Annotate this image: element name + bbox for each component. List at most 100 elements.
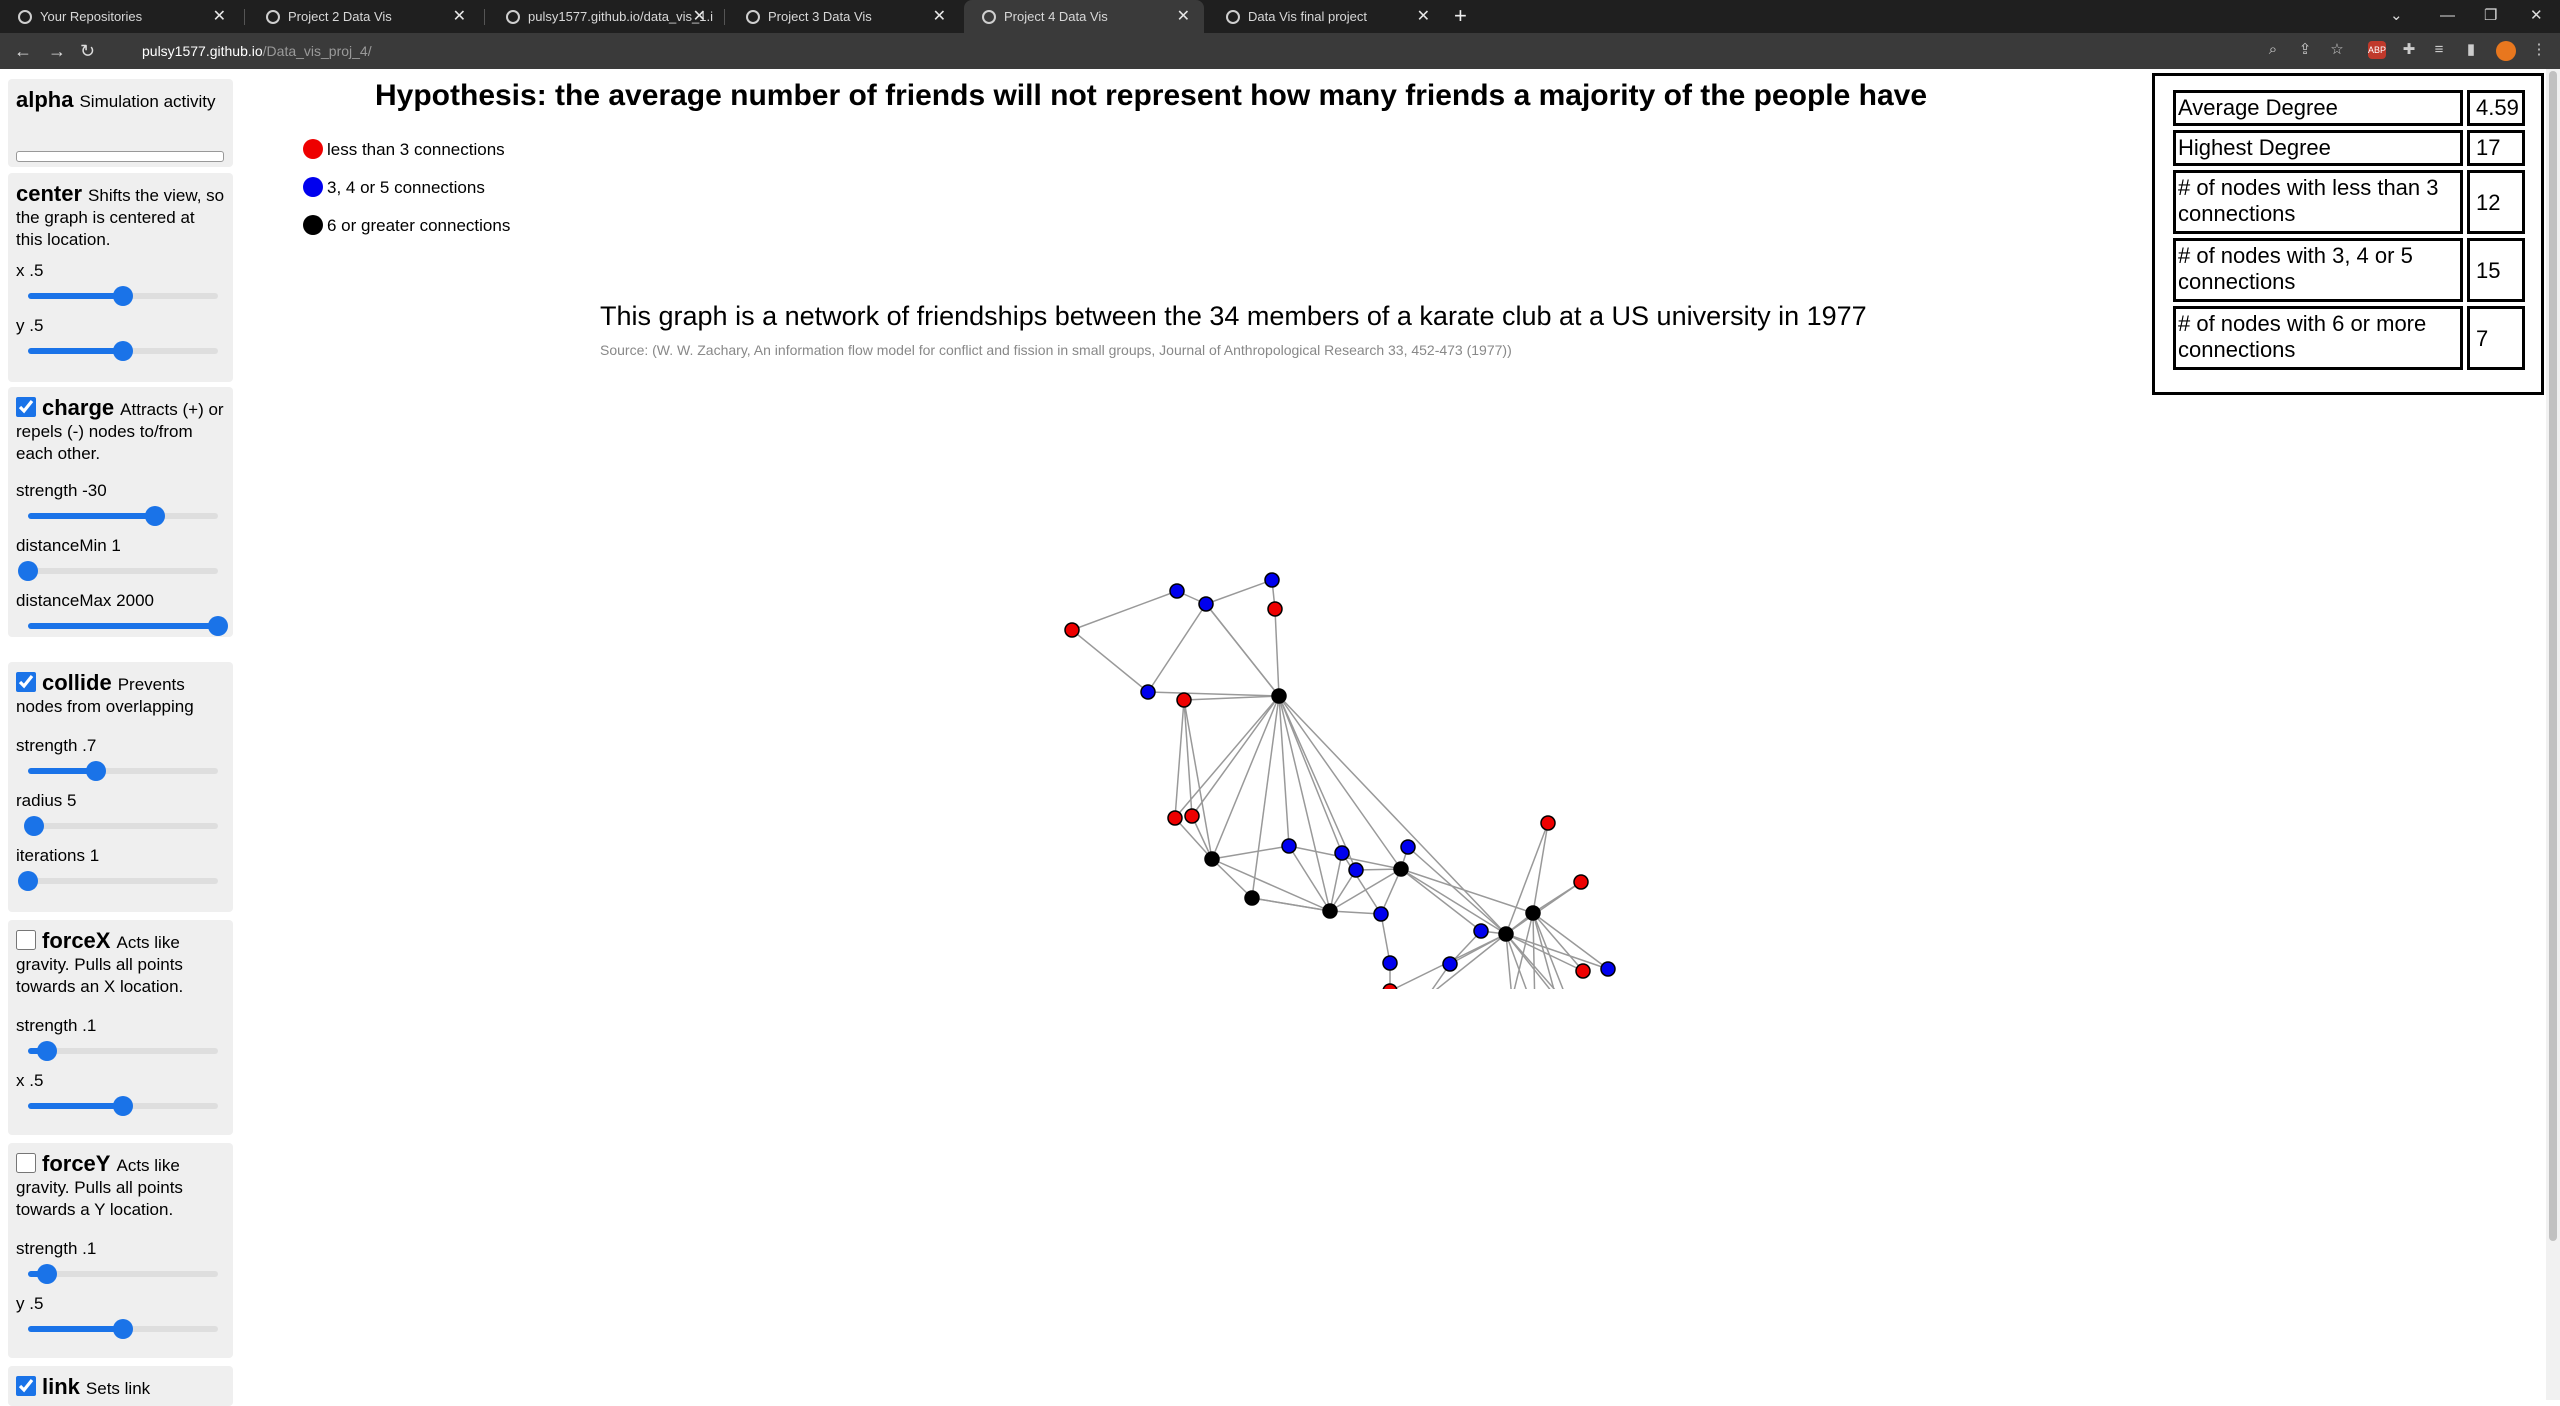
charge-strength-slider[interactable] (28, 506, 218, 526)
graph-node[interactable] (1176, 692, 1192, 708)
close-icon[interactable]: ✕ (213, 0, 226, 33)
graph-node[interactable] (1334, 845, 1350, 861)
forcey-checkbox[interactable] (16, 1153, 36, 1173)
graph-node[interactable] (1442, 956, 1458, 972)
menu-icon[interactable]: ⋮ (2530, 41, 2548, 59)
graph-node[interactable] (1575, 963, 1591, 979)
close-window-button[interactable]: ✕ (2530, 0, 2543, 33)
tab-project-3[interactable]: Project 3 Data Vis ✕ (728, 0, 960, 33)
close-icon[interactable]: ✕ (1177, 0, 1190, 33)
graph-node[interactable] (1140, 684, 1156, 700)
graph-edge (1532, 822, 1549, 914)
close-icon[interactable]: ✕ (933, 0, 946, 33)
reading-list-icon[interactable]: ≡ (2430, 41, 2448, 59)
link-checkbox[interactable] (16, 1376, 36, 1396)
reload-button[interactable]: ↻ (80, 33, 95, 69)
collide-checkbox[interactable] (16, 672, 36, 692)
close-icon[interactable]: ✕ (693, 0, 706, 33)
center-panel: center Shifts the view, so the graph is c… (8, 173, 233, 382)
graph-edge (1174, 699, 1185, 819)
graph-node[interactable] (1184, 808, 1200, 824)
charge-distmax-slider[interactable] (28, 616, 228, 636)
profile-avatar[interactable] (2496, 41, 2516, 61)
center-x-slider[interactable] (28, 286, 218, 306)
collide-strength-slider[interactable] (28, 761, 218, 781)
alpha-progress-bar (16, 151, 224, 162)
forcey-title: forceY (42, 1151, 111, 1176)
graph-node[interactable] (1198, 596, 1214, 612)
forcex-strength-slider[interactable] (28, 1041, 218, 1061)
bookmark-star-icon[interactable]: ☆ (2328, 41, 2346, 59)
side-panel-icon[interactable]: ▮ (2462, 41, 2480, 59)
zoom-icon[interactable]: ⌕ (2264, 41, 2282, 59)
close-icon[interactable]: ✕ (453, 0, 466, 33)
forcey-y-slider[interactable] (28, 1319, 218, 1339)
tab-project-4[interactable]: Project 4 Data Vis ✕ (964, 0, 1204, 33)
graph-node[interactable] (1322, 903, 1338, 919)
back-button[interactable]: ← (14, 33, 32, 69)
graph-node[interactable] (1167, 810, 1183, 826)
link-desc: Sets link (85, 1379, 151, 1398)
forcex-checkbox[interactable] (16, 930, 36, 950)
graph-edge (1278, 695, 1402, 870)
graph-edge (1532, 881, 1582, 914)
collide-radius-slider[interactable] (23, 816, 218, 836)
adblock-icon[interactable]: ABP (2368, 41, 2386, 59)
center-y-slider[interactable] (28, 341, 218, 361)
page-scrollbar[interactable] (2546, 69, 2560, 1400)
stat-value: 4.59 (2467, 90, 2525, 126)
graph-node[interactable] (1400, 839, 1416, 855)
tab-search-icon[interactable]: ⌄ (2390, 0, 2403, 33)
graph-node[interactable] (1264, 572, 1280, 588)
graph-node[interactable] (1169, 583, 1185, 599)
graph-node[interactable] (1382, 983, 1398, 989)
restore-button[interactable]: ❐ (2484, 0, 2497, 33)
charge-distmin-label: distanceMin 1 (16, 536, 121, 555)
graph-node[interactable] (1393, 861, 1409, 877)
forcex-x-slider[interactable] (28, 1096, 218, 1116)
graph-node[interactable] (1244, 890, 1260, 906)
graph-node[interactable] (1373, 906, 1389, 922)
stat-label: # of nodes with 6 or more connections (2173, 306, 2463, 370)
collide-radius-label: radius 5 (16, 791, 77, 810)
github-icon (18, 10, 32, 24)
forcey-strength-slider[interactable] (28, 1264, 218, 1284)
graph-node[interactable] (1540, 815, 1556, 831)
collide-strength-label: strength .7 (16, 736, 97, 755)
graph-node[interactable] (1525, 905, 1541, 921)
charge-strength-label: strength -30 (16, 481, 107, 500)
tab-data-vis-1[interactable]: pulsy1577.github.io/data_vis_1.i ✕ (488, 0, 720, 33)
graph-title: This graph is a network of friendships b… (600, 301, 1867, 331)
graph-node[interactable] (1498, 926, 1514, 942)
graph-node[interactable] (1382, 955, 1398, 971)
graph-node[interactable] (1064, 622, 1080, 638)
collide-panel: collide Prevents nodes from overlapping s… (8, 662, 233, 912)
address-bar[interactable]: pulsy1577.github.io/Data_vis_proj_4/ (120, 38, 2240, 64)
close-icon[interactable]: ✕ (1417, 0, 1430, 33)
graph-node[interactable] (1204, 851, 1220, 867)
forward-button[interactable]: → (48, 33, 66, 69)
new-tab-button[interactable]: + (1454, 0, 1467, 33)
minimize-button[interactable]: — (2440, 0, 2455, 33)
graph-edge (1183, 695, 1280, 701)
tab-your-repositories[interactable]: Your Repositories ✕ (0, 0, 240, 33)
graph-node[interactable] (1600, 961, 1616, 977)
graph-node[interactable] (1348, 862, 1364, 878)
graph-node[interactable] (1573, 874, 1589, 890)
graph-node[interactable] (1267, 601, 1283, 617)
tab-title: Your Repositories (40, 9, 143, 24)
graph-edge (1183, 699, 1193, 817)
collide-iterations-slider[interactable] (18, 871, 218, 891)
tab-project-2[interactable]: Project 2 Data Vis ✕ (248, 0, 480, 33)
scroll-thumb[interactable] (2549, 71, 2557, 1241)
graph-node[interactable] (1281, 838, 1297, 854)
graph-node[interactable] (1473, 923, 1489, 939)
graph-node[interactable] (1271, 688, 1287, 704)
share-icon[interactable]: ⇪ (2296, 41, 2314, 59)
charge-distmin-slider[interactable] (18, 561, 218, 581)
tab-final-project[interactable]: Data Vis final project ✕ (1208, 0, 1444, 33)
network-graph[interactable] (1040, 489, 1640, 989)
extensions-icon[interactable]: ✚ (2400, 41, 2418, 59)
graph-edge (1211, 858, 1331, 912)
charge-checkbox[interactable] (16, 397, 36, 417)
